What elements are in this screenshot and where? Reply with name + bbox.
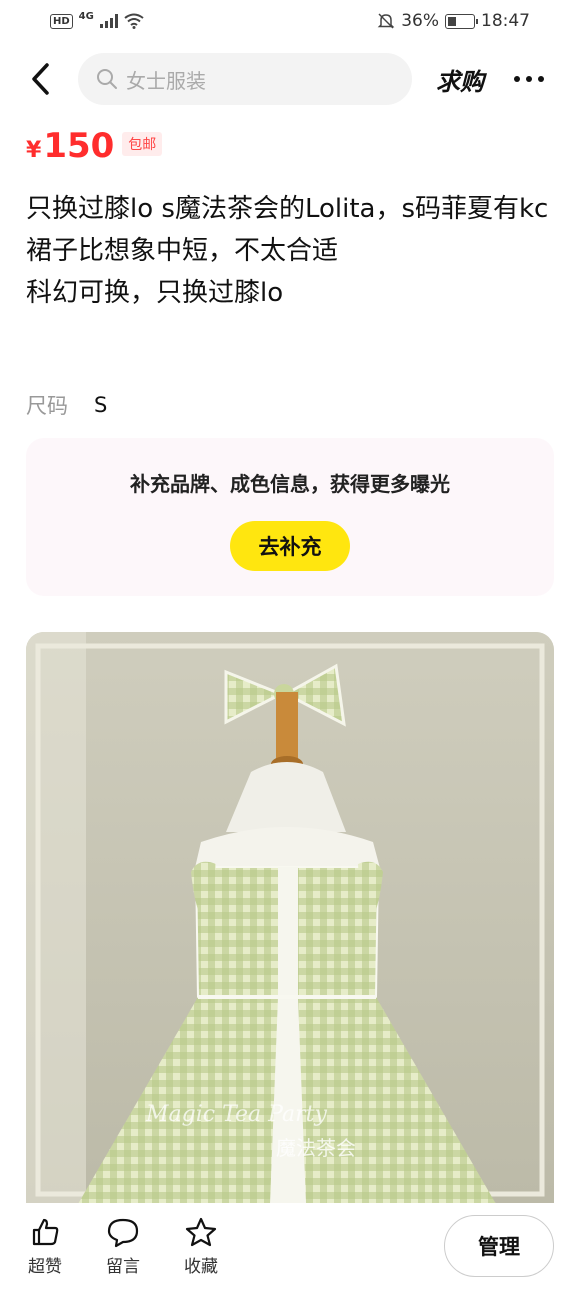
description-line: 只换过膝lo s魔法茶会的Lolita，s码菲夏有kc (26, 194, 549, 224)
comment-button[interactable]: 留言 (88, 1216, 158, 1277)
favorite-button[interactable]: 收藏 (166, 1216, 236, 1277)
status-left: HD 4G (50, 10, 144, 29)
price-value: 150 (43, 126, 115, 166)
comment-bubble-icon (107, 1218, 139, 1247)
wifi-icon (124, 13, 144, 29)
back-button[interactable] (20, 59, 60, 99)
item-description: 只换过膝lo s魔法茶会的Lolita，s码菲夏有kc 裙子比想象中短，不太合适… (26, 188, 554, 314)
size-row: 尺码 S (26, 390, 107, 420)
size-label: 尺码 (26, 394, 68, 418)
search-icon (97, 69, 117, 89)
like-label: 超赞 (28, 1256, 62, 1277)
status-right: 36% 18:47 (377, 11, 530, 31)
add-info-button[interactable]: 去补充 (230, 521, 350, 571)
hd-badge: HD (50, 13, 73, 29)
signal-icon (99, 14, 118, 28)
clock: 18:47 (481, 11, 530, 31)
header: 女士服装 求购 (0, 52, 580, 106)
size-value: S (94, 393, 108, 417)
description-line: 科幻可换，只换过膝lo (26, 278, 284, 308)
star-icon (185, 1217, 217, 1246)
currency-symbol: ¥ (26, 138, 42, 163)
watermark-subtext: 魔法茶会 (276, 1136, 356, 1160)
supplement-prompt: 补充品牌、成色信息，获得更多曝光 (130, 472, 450, 496)
manage-button[interactable]: 管理 (444, 1215, 554, 1277)
search-input[interactable]: 女士服装 (78, 53, 412, 105)
network-type: 4G (78, 10, 94, 22)
free-shipping-tag: 包邮 (122, 132, 163, 156)
product-photo[interactable]: Magic Tea Party 魔法茶会 (26, 632, 554, 1204)
comment-label: 留言 (106, 1256, 140, 1277)
battery-icon (445, 13, 478, 29)
supplement-info-card: 补充品牌、成色信息，获得更多曝光 去补充 (26, 438, 554, 596)
description-line: 裙子比想象中短，不太合适 (26, 236, 339, 266)
status-bar: HD 4G 36% 18:47 (0, 0, 580, 42)
thumbs-up-icon (32, 1218, 59, 1245)
wanted-button[interactable]: 求购 (436, 62, 484, 97)
bottom-action-bar: 超赞 留言 收藏 管理 (0, 1203, 580, 1289)
watermark-text: Magic Tea Party (146, 1102, 327, 1127)
price-row: ¥ 150 包邮 (26, 126, 163, 166)
battery-percent: 36% (401, 11, 439, 31)
favorite-label: 收藏 (184, 1256, 218, 1277)
back-chevron-icon (32, 63, 49, 95)
battery-fill (448, 16, 456, 26)
like-button[interactable]: 超赞 (10, 1216, 80, 1277)
mute-bell-icon (377, 13, 395, 29)
more-icon[interactable] (514, 76, 544, 82)
search-placeholder: 女士服装 (126, 68, 206, 93)
